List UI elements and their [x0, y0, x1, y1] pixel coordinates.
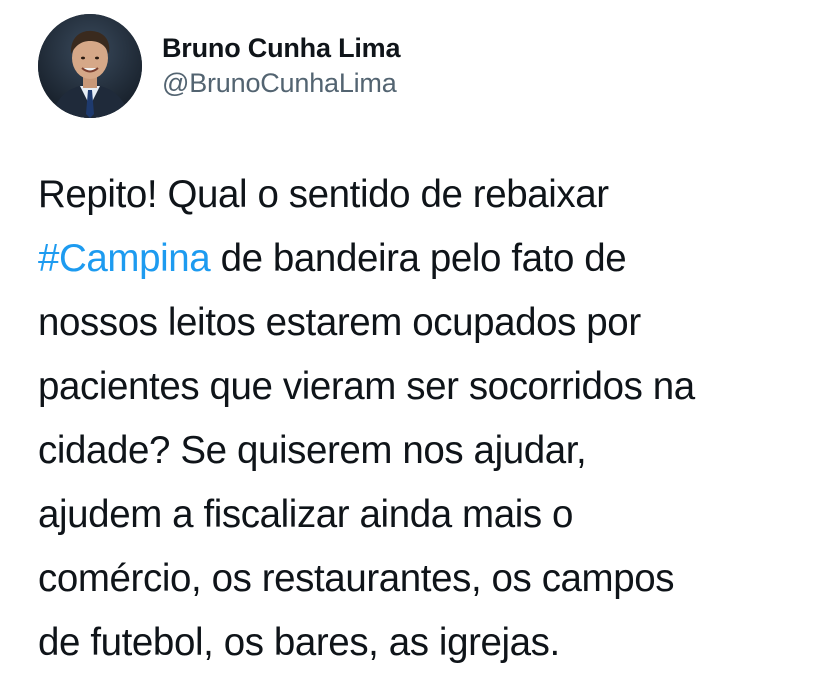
hashtag-link[interactable]: #Campina	[38, 237, 211, 280]
tweet-text-line: pacientes que vieram ser socorridos na	[38, 365, 695, 408]
display-name[interactable]: Bruno Cunha Lima	[162, 31, 401, 65]
profile-photo-icon	[38, 14, 142, 118]
tweet-text-line: #Campina de bandeira pelo fato de	[38, 227, 798, 291]
tweet-text: Repito! Qual o sentido de rebaixar #Camp…	[38, 163, 798, 675]
user-handle[interactable]: @BrunoCunhaLima	[162, 65, 400, 101]
tweet-text-line: ajudem a fiscalizar ainda mais o	[38, 493, 574, 536]
author-names: Bruno Cunha Lima @BrunoCunhaLima	[162, 31, 401, 101]
tweet-text-fragment: de bandeira pelo fato de	[210, 237, 627, 280]
tweet-text-line: nossos leitos estarem ocupados por	[38, 301, 641, 344]
avatar[interactable]	[38, 14, 142, 118]
tweet-text-line: de futebol, os bares, as igrejas.	[38, 621, 560, 664]
tweet-text-line: Repito! Qual o sentido de rebaixar	[38, 173, 609, 216]
tweet-text-line: cidade? Se quiserem nos ajudar,	[38, 429, 587, 472]
tweet-header: Bruno Cunha Lima @BrunoCunhaLima	[38, 14, 401, 118]
tweet-card: Bruno Cunha Lima @BrunoCunhaLima Repito!…	[0, 0, 828, 683]
tweet-text-line: comércio, os restaurantes, os campos	[38, 557, 675, 600]
